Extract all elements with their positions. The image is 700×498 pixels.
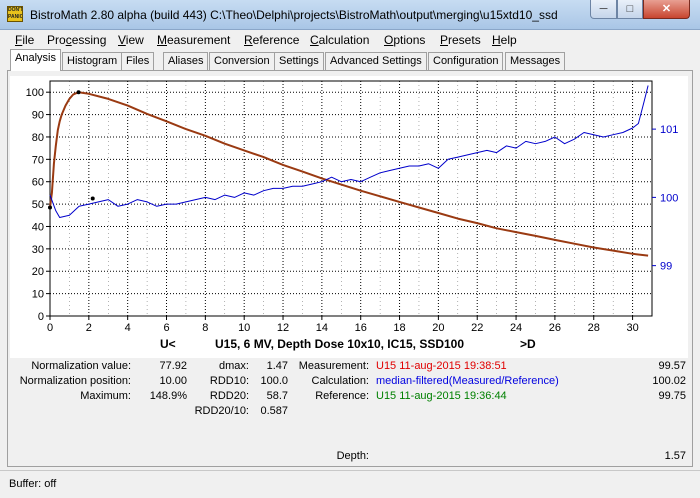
menu-file[interactable]: File (15, 33, 34, 47)
y2-tick-label: 100 (660, 192, 678, 204)
x-tick-label: 22 (471, 322, 483, 334)
x-tick-label: 28 (588, 322, 600, 334)
maximum-label: Maximum: (80, 390, 131, 402)
y-tick-label: 70 (32, 154, 44, 166)
calculation-label: Calculation: (311, 375, 369, 387)
rdd20-value: 58.7 (266, 390, 288, 402)
tab-strip: Analysis Histogram Files Aliases Convers… (0, 49, 700, 71)
depth-value: 1.57 (664, 450, 686, 462)
window-title: BistroMath 2.80 alpha (build 443) C:\The… (30, 8, 558, 22)
x-left-label[interactable]: U< (160, 337, 176, 351)
tab-conversion[interactable]: Conversion (209, 52, 275, 71)
x-tick-label: 8 (202, 322, 208, 334)
calculation-value: median-filtered(Measured/Reference) (376, 375, 559, 387)
tab-analysis[interactable]: Analysis (10, 49, 61, 71)
y-tick-label: 30 (32, 244, 44, 256)
series-line-1 (49, 85, 649, 218)
menu-measurement[interactable]: Measurement (157, 33, 230, 47)
menu-processing[interactable]: Processing (47, 33, 106, 47)
y-tick-label: 50 (32, 199, 44, 211)
reference-number: 99.75 (658, 390, 686, 402)
app-icon[interactable]: DON'T PANIC (7, 6, 23, 22)
y-tick-label: 100 (26, 87, 44, 99)
depth-dose-chart[interactable]: 0 10 20 30 40 50 60 70 80 90 100 99 100 101 0 2 4 6 8 10 1… (10, 76, 688, 358)
reference-value: U15 11-aug-2015 19:36:44 (376, 390, 507, 402)
marker-point (90, 196, 95, 201)
depth-label: Depth: (336, 450, 369, 462)
x-axis: 0 2 4 6 8 10 12 14 16 18 20 22 24 26 28 30 (47, 316, 639, 334)
norm-pos: 10.00 (159, 375, 187, 387)
x-tick-label: 6 (163, 322, 169, 334)
menu-options[interactable]: Options (384, 33, 425, 47)
menu-view[interactable]: View (118, 33, 144, 47)
y2-tick-label: 101 (660, 124, 678, 136)
plot-frame (49, 80, 653, 317)
menu-bar: File Processing View Measurement Referen… (0, 30, 700, 49)
y-tick-label: 90 (32, 110, 44, 122)
menu-presets[interactable]: Presets (440, 33, 481, 47)
rdd10-label: RDD10: (209, 375, 249, 387)
y-tick-label: 60 (32, 177, 44, 189)
rdd2010-value: 0.587 (260, 405, 288, 417)
status-bar: Buffer: off (0, 470, 700, 498)
rdd20-label: RDD20: (209, 390, 249, 402)
x-tick-label: 4 (125, 322, 131, 334)
marker-point (76, 90, 81, 95)
maximize-button[interactable]: □ (617, 0, 643, 19)
x-tick-label: 20 (432, 322, 444, 334)
calculation-number: 100.02 (652, 375, 686, 387)
norm-value-label: Normalization value: (31, 360, 131, 372)
y2-tick-label: 99 (660, 261, 672, 273)
norm-pos-label: Normalization position: (19, 375, 131, 387)
buffer-status: Buffer: off (9, 478, 57, 490)
dmax-label: dmax: (219, 360, 249, 372)
x-tick-label: 12 (277, 322, 289, 334)
x-tick-label: 30 (626, 322, 638, 334)
y-tick-label: 20 (32, 266, 44, 278)
chart-svg[interactable]: 0102030405060708090100 99100101 0 2 4 6 8 10 1… (10, 76, 688, 358)
x-tick-label: 26 (549, 322, 561, 334)
measurement-label: Measurement: (298, 360, 369, 372)
measurement-value: U15 11-aug-2015 19:38:51 (376, 360, 507, 372)
menu-reference[interactable]: Reference (244, 33, 299, 47)
measurement-number: 99.57 (658, 360, 686, 372)
tab-settings[interactable]: Settings (274, 52, 324, 71)
x-right-label[interactable]: >D (520, 337, 536, 351)
tab-histogram[interactable]: Histogram (62, 52, 123, 71)
chart-series (49, 85, 649, 257)
tab-aliases[interactable]: Aliases (163, 52, 209, 71)
y-tick-label: 80 (32, 132, 44, 144)
dmax-value: 1.47 (266, 360, 288, 372)
series-line-0 (49, 91, 649, 257)
tab-files[interactable]: Files (121, 52, 155, 71)
x-tick-label: 18 (393, 322, 405, 334)
tab-configuration[interactable]: Configuration (428, 52, 504, 71)
rdd10-value: 100.0 (260, 375, 288, 387)
tab-messages[interactable]: Messages (505, 52, 566, 71)
title-bar: DON'T PANIC BistroMath 2.80 alpha (build… (0, 0, 700, 30)
x-tick-label: 10 (238, 322, 250, 334)
marker-point (48, 205, 52, 210)
x-tick-label: 24 (510, 322, 522, 334)
menu-help[interactable]: Help (492, 33, 517, 47)
y-axis: 0 10 20 30 40 50 60 70 80 90 100 (26, 87, 50, 323)
y-tick-label: 40 (32, 221, 44, 233)
rdd2010-label: RDD20/10: (194, 405, 249, 417)
x-tick-label: 14 (316, 322, 328, 334)
reference-label: Reference: (315, 390, 369, 402)
chart-grid (49, 81, 653, 317)
x-tick-label: 16 (355, 322, 367, 334)
x-tick-label: 0 (47, 322, 53, 334)
norm-value: 77.92 (159, 360, 187, 372)
x-tick-label: 2 (86, 322, 92, 334)
y-tick-label: 0 (38, 311, 44, 323)
tab-advanced-settings[interactable]: Advanced Settings (325, 52, 427, 71)
y-tick-label: 10 (32, 289, 44, 301)
maximum-value: 148.9% (149, 390, 187, 402)
close-button[interactable]: ✕ (643, 0, 690, 19)
minimize-button[interactable]: ─ (590, 0, 617, 19)
menu-calculation[interactable]: Calculation (310, 33, 369, 47)
y2-axis: 99 100 101 (652, 124, 678, 273)
chart-title: U15, 6 MV, Depth Dose 10x10, IC15, SSD10… (215, 337, 464, 351)
